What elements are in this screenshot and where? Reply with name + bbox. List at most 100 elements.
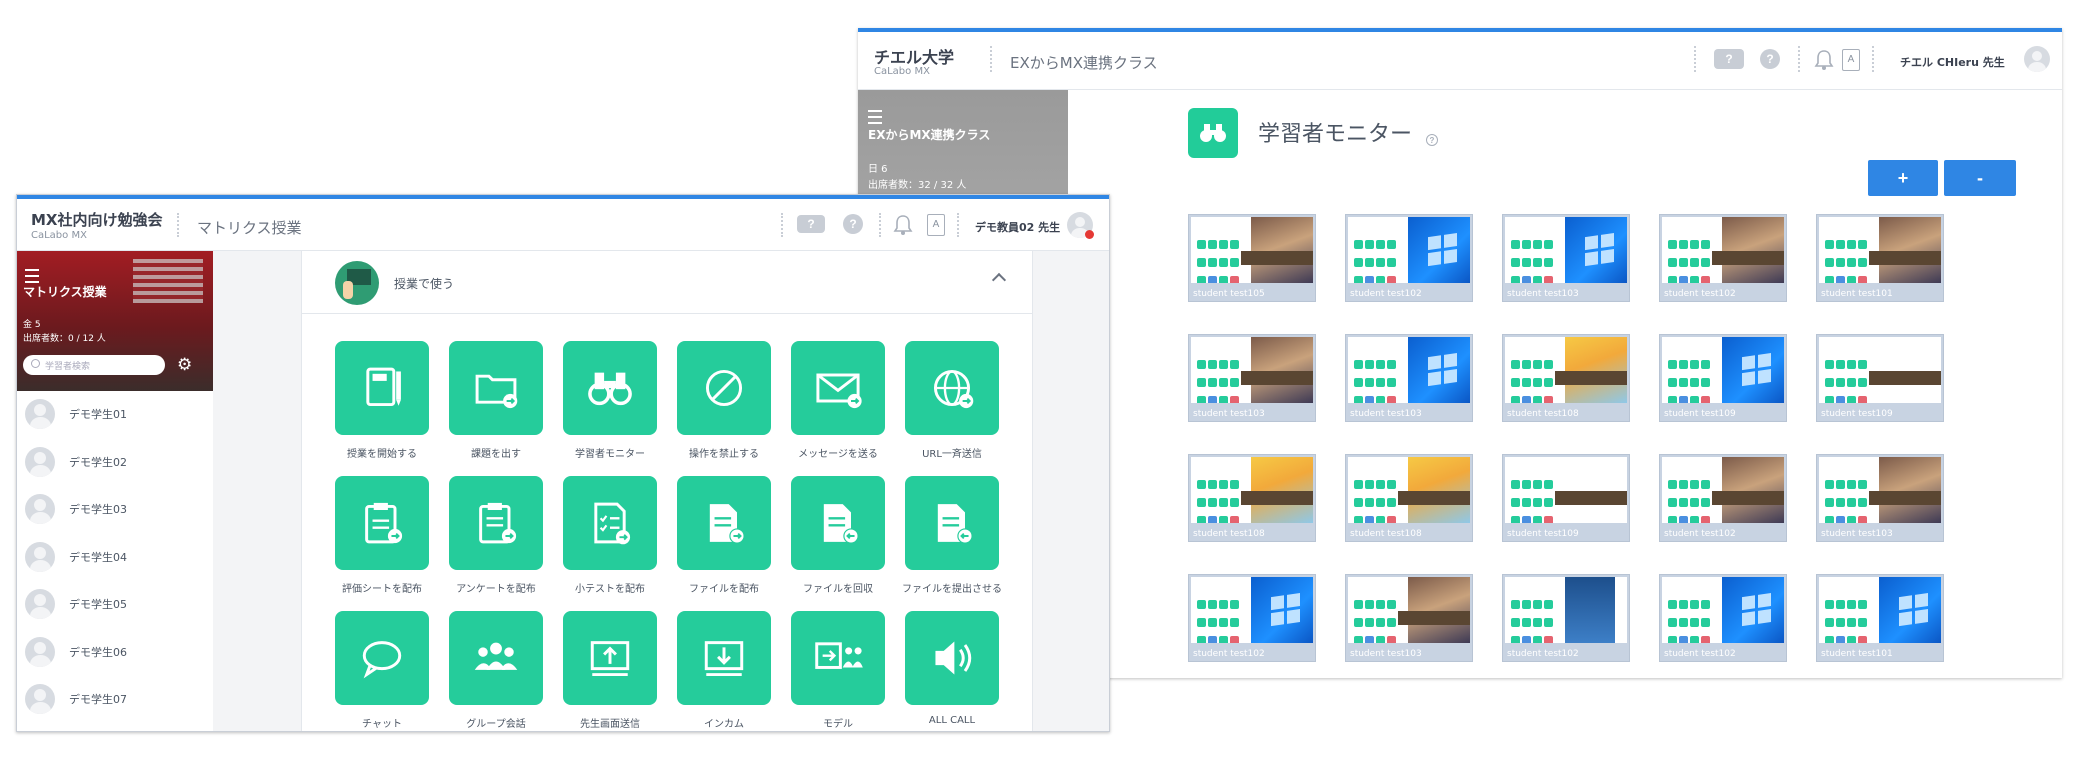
student-screen-thumbnail[interactable]: student test103 bbox=[1502, 214, 1630, 302]
gear-icon[interactable]: ⚙ bbox=[177, 355, 192, 375]
tool-tile-label: インカム bbox=[704, 719, 744, 730]
page-band bbox=[1241, 371, 1313, 385]
page-band bbox=[1241, 251, 1313, 265]
tool-tile-17[interactable] bbox=[791, 611, 885, 705]
student-screen-thumbnail[interactable]: student test109 bbox=[1659, 334, 1787, 422]
student-screen-thumbnail[interactable]: student test102 bbox=[1345, 214, 1473, 302]
screen-preview bbox=[1191, 337, 1313, 403]
tool-tile-2[interactable] bbox=[449, 341, 543, 435]
tool-tile-9[interactable] bbox=[563, 476, 657, 570]
tool-tile-16[interactable] bbox=[677, 611, 771, 705]
student-list-item[interactable]: デモ学生05 bbox=[17, 581, 207, 627]
info-button[interactable]: ? bbox=[1760, 49, 1780, 69]
page-band bbox=[1555, 371, 1627, 385]
student-name: student test103 bbox=[1193, 409, 1265, 419]
avatar[interactable] bbox=[2024, 46, 2050, 72]
student-list-item[interactable]: デモ学生03 bbox=[17, 486, 207, 532]
student-screen-thumbnail[interactable]: student test101 bbox=[1816, 574, 1944, 662]
tool-tile-7[interactable] bbox=[335, 476, 429, 570]
menu-icon[interactable] bbox=[25, 269, 39, 283]
student-screen-thumbnail[interactable]: student test108 bbox=[1345, 454, 1473, 542]
student-name: デモ学生02 bbox=[69, 455, 127, 469]
tool-tile-1[interactable] bbox=[335, 341, 429, 435]
desktop-wallpaper bbox=[1565, 217, 1627, 283]
tool-tile-5[interactable] bbox=[791, 341, 885, 435]
tool-tile-10[interactable] bbox=[677, 476, 771, 570]
student-name: student test102 bbox=[1664, 649, 1736, 659]
info-button[interactable]: ? bbox=[843, 214, 863, 234]
tool-tile-label: ファイルを回収 bbox=[803, 584, 873, 595]
app-tiles bbox=[1354, 359, 1414, 403]
sidebar-class-name: EXからMX連携クラス bbox=[868, 128, 991, 142]
app-tiles bbox=[1511, 599, 1571, 643]
desktop-wallpaper bbox=[1722, 337, 1784, 403]
teacher-name: チエル CHIeru 先生 bbox=[1900, 56, 2005, 69]
student-list-item[interactable]: デモ学生06 bbox=[17, 629, 207, 675]
tool-tile-12[interactable] bbox=[905, 476, 999, 570]
tool-tile-11[interactable] bbox=[791, 476, 885, 570]
student-screen-thumbnail[interactable]: student test109 bbox=[1502, 454, 1630, 542]
tool-tile-18[interactable] bbox=[905, 611, 999, 705]
student-screen-thumbnail[interactable]: student test108 bbox=[1502, 334, 1630, 422]
app-tiles bbox=[1354, 239, 1414, 283]
text-size-button[interactable]: A bbox=[1842, 49, 1860, 71]
help-button[interactable]: ? bbox=[1714, 49, 1744, 69]
tool-tile-6[interactable] bbox=[905, 341, 999, 435]
screen-preview bbox=[1505, 337, 1627, 403]
tool-tile-13[interactable] bbox=[335, 611, 429, 705]
student-avatar bbox=[25, 399, 55, 429]
student-screen-thumbnail[interactable]: student test108 bbox=[1188, 454, 1316, 542]
tool-tile-15[interactable] bbox=[563, 611, 657, 705]
student-screen-thumbnail[interactable]: student test101 bbox=[1816, 214, 1944, 302]
student-screen-thumbnail[interactable]: student test109 bbox=[1816, 334, 1944, 422]
student-name: デモ学生06 bbox=[69, 645, 127, 659]
screen-preview bbox=[1348, 337, 1470, 403]
tool-tile-label: 小テストを配布 bbox=[575, 584, 645, 595]
help-button[interactable]: ? bbox=[797, 215, 825, 233]
search-field[interactable]: 学習者検索 bbox=[23, 355, 165, 375]
zoom-in-button[interactable]: + bbox=[1868, 160, 1938, 196]
student-screen-thumbnail[interactable]: student test102 bbox=[1659, 574, 1787, 662]
tool-tile-4[interactable] bbox=[677, 341, 771, 435]
desktop-wallpaper bbox=[1879, 577, 1941, 643]
menu-icon[interactable] bbox=[868, 110, 882, 124]
student-screen-thumbnail[interactable]: student test102 bbox=[1188, 574, 1316, 662]
clipboard-icon bbox=[365, 502, 403, 544]
tool-tile-label: 評価シートを配布 bbox=[342, 584, 422, 595]
collapse-icon[interactable] bbox=[991, 272, 1007, 288]
student-list-item[interactable]: デモ学生04 bbox=[17, 534, 207, 580]
student-screen-thumbnail[interactable]: student test102 bbox=[1502, 574, 1630, 662]
web-photo bbox=[1565, 337, 1627, 403]
tool-tile-8[interactable] bbox=[449, 476, 543, 570]
student-name: student test102 bbox=[1664, 529, 1736, 539]
student-list-item[interactable]: デモ学生01 bbox=[17, 391, 207, 437]
student-screen-thumbnail[interactable]: student test102 bbox=[1659, 454, 1787, 542]
tool-tile-label: 学習者モニター bbox=[575, 449, 645, 460]
model-icon bbox=[815, 642, 863, 669]
student-screen-thumbnail[interactable]: student test105 bbox=[1188, 214, 1316, 302]
org-name: MX社内向け勉強会 bbox=[31, 211, 163, 229]
tool-tile-14[interactable] bbox=[449, 611, 543, 705]
binoculars-icon bbox=[588, 372, 632, 406]
student-screen-thumbnail[interactable]: student test103 bbox=[1345, 334, 1473, 422]
text-size-button[interactable]: A bbox=[927, 214, 945, 236]
student-screen-thumbnail[interactable]: student test102 bbox=[1659, 214, 1787, 302]
student-list-item[interactable]: デモ学生02 bbox=[17, 439, 207, 485]
student-screen-thumbnail[interactable]: student test103 bbox=[1816, 454, 1944, 542]
screen-preview bbox=[1819, 337, 1941, 403]
student-screen-thumbnail[interactable]: student test103 bbox=[1345, 574, 1473, 662]
divider bbox=[879, 213, 883, 237]
student-list-item[interactable]: デモ学生07 bbox=[17, 676, 207, 722]
screen-preview bbox=[1505, 457, 1627, 523]
zoom-out-button[interactable]: - bbox=[1944, 160, 2016, 196]
page-title: 学習者モニター bbox=[1258, 122, 1413, 147]
tool-tile-3[interactable] bbox=[563, 341, 657, 435]
student-name: デモ学生04 bbox=[69, 550, 127, 564]
panel-header[interactable]: 授業で使う bbox=[302, 251, 1032, 314]
student-name: student test108 bbox=[1507, 409, 1579, 419]
title-help-icon[interactable]: ? bbox=[1426, 134, 1438, 146]
bell-icon[interactable] bbox=[893, 214, 913, 236]
screen-preview bbox=[1662, 217, 1784, 283]
bell-icon[interactable] bbox=[1814, 49, 1834, 71]
student-screen-thumbnail[interactable]: student test103 bbox=[1188, 334, 1316, 422]
